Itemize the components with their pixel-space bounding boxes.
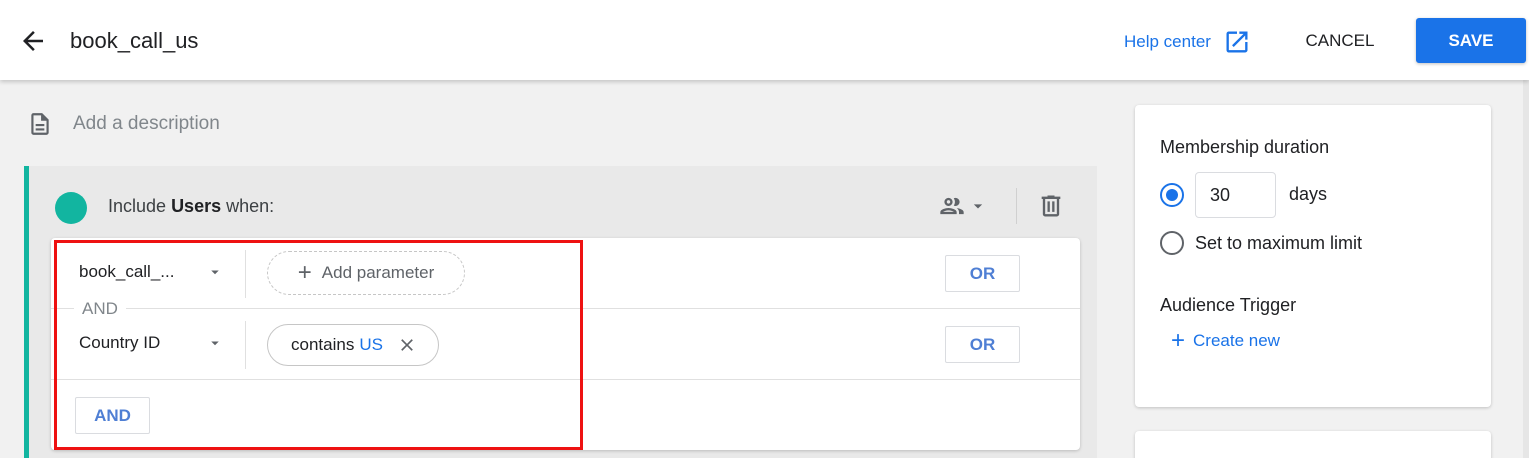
scrollbar[interactable] [1523,80,1529,458]
help-center-label: Help center [1124,32,1211,51]
filter-operator: contains [291,335,355,354]
page-title: book_call_us [70,28,199,53]
divider [1016,188,1017,224]
secondary-panel [1135,431,1491,458]
max-limit-radio[interactable] [1160,231,1184,255]
chevron-down-icon [973,204,983,209]
dimension-label: Country ID [79,333,161,352]
condition-group-card: Include Users when: book_call_... + Add … [24,166,1097,458]
close-icon[interactable] [397,335,417,355]
dimension-dropdown[interactable]: book_call_... [79,262,224,282]
create-new-label: Create new [1193,331,1280,350]
group-status-dot [55,192,87,224]
top-bar: book_call_us Help center CANCEL SAVE [0,0,1529,80]
include-heading: Include Users when: [108,196,274,217]
delete-icon[interactable] [1037,191,1065,226]
people-icon [940,197,964,215]
and-button[interactable]: AND [75,397,150,434]
dimension-label: book_call_... [79,262,175,281]
include-scope: Users [171,196,222,216]
and-separator: AND [74,299,126,319]
or-button[interactable]: OR [945,255,1020,292]
divider [245,250,246,298]
filter-chip[interactable]: contains US [267,324,439,366]
open-in-new-icon [1226,31,1248,53]
max-limit-label: Set to maximum limit [1195,233,1363,253]
duration-input[interactable] [1195,172,1276,218]
audience-trigger-title: Audience Trigger [1160,295,1297,315]
save-button[interactable]: SAVE [1416,18,1526,63]
chevron-down-icon [211,341,219,346]
scope-dropdown[interactable] [936,192,988,220]
dimension-dropdown[interactable]: Country ID [79,333,224,353]
description-field[interactable]: Add a description [73,113,220,135]
cancel-button[interactable]: CANCEL [1290,20,1390,62]
condition-rows-panel: book_call_... + Add parameter OR AND Cou… [51,238,1080,450]
back-arrow-icon[interactable] [18,26,48,56]
plus-icon: + [297,259,312,286]
membership-duration-title: Membership duration [1160,137,1330,157]
add-parameter-button[interactable]: + Add parameter [267,251,465,295]
document-icon [27,110,53,143]
filter-value: US [359,335,383,354]
chevron-down-icon [211,270,219,275]
include-prefix: Include [108,196,167,216]
add-parameter-label: Add parameter [321,263,435,282]
create-new-link[interactable]: + Create new [1171,329,1280,353]
or-button[interactable]: OR [945,326,1020,363]
membership-panel: Membership duration days Set to maximum … [1135,105,1491,407]
duration-radio[interactable] [1160,183,1184,207]
include-suffix: when: [226,196,275,216]
condition-row: Country ID contains US OR [51,308,1080,378]
divider [245,321,246,369]
condition-row: book_call_... + Add parameter OR [51,238,1080,308]
help-center-link[interactable]: Help center [1124,28,1251,56]
plus-icon: + [1171,327,1186,354]
and-row: AND [51,379,1080,450]
duration-unit: days [1289,184,1328,204]
